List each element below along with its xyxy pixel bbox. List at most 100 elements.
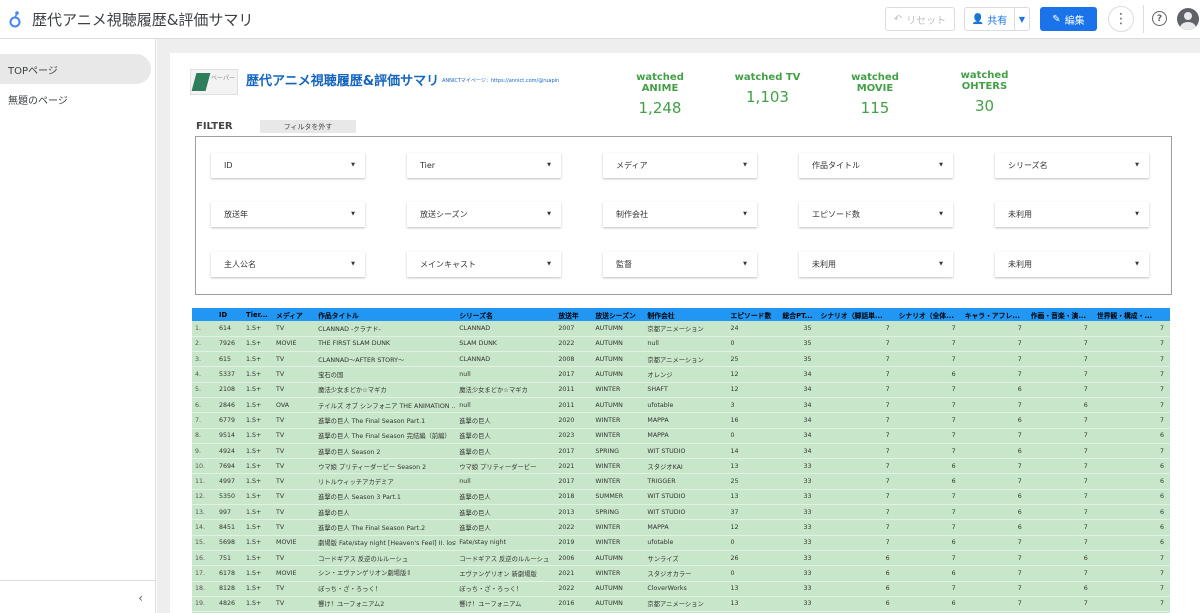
filter-control[interactable]: 未利用 ▼ — [995, 202, 1149, 227]
filter-control[interactable]: 未利用 ▼ — [799, 252, 953, 277]
table-row[interactable]: 1. 614 1.S+ TV CLANNAD -クラナド- CLANNAD 2007 AUTU… — [192, 321, 1170, 337]
row-number: 17. — [195, 569, 206, 577]
column-header[interactable]: キャラ・アフレ... — [962, 308, 1028, 321]
more-options-icon[interactable]: ⋮ — [1108, 6, 1134, 32]
table-cell: 進撃の巨人 — [459, 433, 491, 441]
table-cell: 進撃の巨人 — [459, 448, 491, 456]
table-cell: 7 — [885, 416, 890, 424]
column-header[interactable]: シリーズ名 — [456, 308, 555, 321]
table-row[interactable]: 4. 5337 1.S+ TV 宝石の国 null 2017 AUTUMN オレンジ 12 34 7 6… — [192, 366, 1170, 383]
table-row[interactable]: 18. 8128 1.S+ TV ぼっち・ざ・ろっく！ ぼっち・ざ・ろっく！ 2022 AUT… — [192, 581, 1170, 597]
dropdown-arrow-icon: ▼ — [743, 211, 747, 217]
column-header[interactable] — [192, 308, 216, 321]
table-cell: 6 — [1017, 524, 1022, 531]
column-header[interactable]: ID — [216, 308, 243, 321]
filter-control[interactable]: 放送シーズン ▼ — [407, 202, 561, 227]
looker-studio-logo-icon[interactable] — [8, 10, 22, 28]
table-row[interactable]: 14. 8451 1.S+ TV 進撃の巨人 The Final Season Part… — [192, 519, 1170, 536]
filter-control[interactable]: Tier ▼ — [407, 153, 561, 178]
table-cell: コードギアス 反逆のルルーシュ — [459, 555, 550, 563]
filter-control[interactable]: メディア ▼ — [603, 153, 757, 178]
table-row[interactable]: 17. 6178 1.S+ MOVIE シン・エヴァンゲリオン劇場版𝄇 エヴァンゲリオン … — [192, 565, 1170, 582]
filter-control[interactable]: メインキャスト ▼ — [407, 252, 561, 277]
table-cell: 7 — [885, 508, 890, 516]
dropdown-arrow-icon: ▼ — [547, 211, 551, 217]
table-cell: 7 — [885, 386, 890, 394]
column-header[interactable]: シナリオ（全体... — [896, 308, 962, 321]
report-subtitle-link[interactable]: ANNICTマイページ：https://annict.com/@ruapin — [442, 77, 559, 84]
table-cell: SPRING — [595, 447, 619, 455]
document-title[interactable]: 歴代アニメ視聴履歴&評価サマリ — [32, 9, 253, 30]
filter-control[interactable]: 監督 ▼ — [603, 252, 757, 277]
sidebar-item-untitled-page[interactable]: 無題のページ — [0, 84, 155, 114]
table-row[interactable]: 13. 997 1.S+ TV 進撃の巨人 進撃の巨人 2013 SPRING WIT STUD… — [192, 504, 1170, 520]
chevron-left-icon[interactable]: ‹ — [138, 591, 143, 605]
table-row[interactable]: 16. 751 1.S+ TV コードギアス 反逆のルルーシュ コードギアス 反逆のルルー… — [192, 550, 1170, 566]
table-row[interactable]: 19. 4826 1.S+ TV 響け！ユーフォニアム2 響け！ユーフォニアム 2016 AU… — [192, 596, 1170, 612]
filter-control[interactable]: シリーズ名 ▼ — [995, 153, 1149, 178]
filter-control[interactable]: エピソード数 ▼ — [799, 202, 953, 227]
table-row[interactable]: 6. 2846 1.S+ OVA テイルズ オブ シンフォニア THE ANIMATIO… — [192, 397, 1170, 413]
anime-table[interactable]: ID Tier... メディア 作品タイトル シリーズ名 放送年 放送シーズン 制作会社 エピソ… — [192, 308, 1170, 613]
table-row[interactable]: 12. 5350 1.S+ TV 進撃の巨人 Season 3 Part.1 進撃の巨人 2… — [192, 489, 1170, 505]
filter-control[interactable]: 主人公名 ▼ — [211, 252, 365, 277]
column-header[interactable]: 世界観・構成・... — [1094, 308, 1170, 321]
table-row[interactable]: 8. 9514 1.S+ TV 進撃の巨人 The Final Season 完結編（前… — [192, 428, 1170, 444]
column-header[interactable]: 制作会社 — [644, 308, 727, 321]
share-button[interactable]: 👤 共有 ▼ — [964, 7, 1030, 31]
table-cell: TV — [276, 493, 285, 501]
table-cell: WINTER — [595, 416, 621, 424]
table-cell: 997 — [219, 508, 232, 516]
table-row[interactable]: 15. 5698 1.S+ MOVIE 劇場版 Fate/stay night [Hea… — [192, 535, 1170, 551]
table-cell: 進撃の巨人 The Final Season Part.1 — [318, 417, 426, 425]
column-header[interactable]: 放送年 — [555, 308, 592, 321]
edit-button[interactable]: ✎ 編集 — [1040, 7, 1097, 31]
table-row[interactable]: 10. 7694 1.S+ TV ウマ娘 プリティーダービー Season 2 ウマ娘 プ… — [192, 458, 1170, 474]
column-header[interactable]: Tier... — [243, 308, 273, 321]
sidebar-item-top-page[interactable]: TOPページ — [0, 54, 151, 84]
table-cell: MAPPA — [647, 416, 669, 424]
column-header[interactable]: エピソード数 — [727, 308, 779, 321]
table-cell: 6 — [1083, 585, 1088, 593]
filter-label: メインキャスト — [420, 260, 476, 269]
help-icon[interactable]: ? — [1152, 11, 1167, 26]
table-cell: 1.S+ — [246, 569, 262, 577]
table-row[interactable]: 3. 615 1.S+ TV CLANNAD～AFTER STORY～ CLANNAD 20… — [192, 351, 1170, 367]
column-header[interactable]: シナリオ（脚話単... — [818, 308, 896, 321]
table-cell: CLANNAD — [459, 355, 491, 363]
column-header[interactable]: 放送シーズン — [592, 308, 644, 321]
table-cell: 0 — [730, 432, 735, 440]
table-cell: WINTER — [595, 478, 621, 486]
column-header[interactable]: 作画・音楽・演... — [1028, 308, 1094, 321]
filter-control[interactable]: 作品タイトル ▼ — [799, 153, 953, 178]
table-cell: 33 — [803, 539, 812, 547]
column-header[interactable]: 総合PT... — [780, 308, 818, 321]
filter-control[interactable]: 未利用 ▼ — [995, 252, 1149, 277]
table-row[interactable]: 9. 4924 1.S+ TV 進撃の巨人 Season 2 進撃の巨人 2017 SPRIN… — [192, 443, 1170, 459]
filter-control[interactable]: 制作会社 ▼ — [603, 202, 757, 227]
page-navigation-sidebar: TOPページ 無題のページ ‹ — [0, 39, 156, 613]
table-cell: 4826 — [219, 600, 236, 608]
table-cell: WINTER — [595, 386, 621, 394]
table-cell: SPRING — [595, 508, 619, 516]
table-cell: 4924 — [219, 447, 236, 455]
column-header[interactable]: メディア — [273, 308, 315, 321]
table-cell: 614 — [219, 324, 232, 332]
filter-control[interactable]: ID ▼ — [211, 153, 365, 178]
share-dropdown-icon[interactable]: ▼ — [1015, 15, 1029, 24]
table-row[interactable]: 5. 2108 1.S+ TV 魔法少女まどか☆マギカ 魔法少女まどか☆マギカ 2011 WI… — [192, 382, 1170, 398]
avatar[interactable] — [1177, 8, 1199, 30]
table-cell: 2108 — [219, 386, 236, 394]
table-row[interactable]: 11. 4997 1.S+ TV リトルウィッチアカデミア null 2017 WINTER T… — [192, 473, 1170, 490]
filter-control[interactable]: 放送年 ▼ — [211, 202, 365, 227]
sidebar-item-label: 無題のページ — [8, 95, 68, 107]
table-row[interactable]: 2. 7926 1.S+ MOVIE THE FIRST SLAM DUNK SLAM D… — [192, 336, 1170, 352]
table-cell: AUTUMN — [595, 340, 623, 348]
table-cell: 7 — [1083, 524, 1088, 531]
table-row[interactable]: 7. 6779 1.S+ TV 進撃の巨人 The Final Season Part.… — [192, 412, 1170, 429]
reset-button[interactable]: ↶ リセット — [885, 7, 955, 31]
table-cell: 1.S+ — [246, 386, 262, 394]
clear-filters-button[interactable]: フィルタを外す — [260, 120, 356, 133]
column-header[interactable]: 作品タイトル — [315, 308, 456, 321]
table-cell: 7 — [951, 386, 956, 394]
